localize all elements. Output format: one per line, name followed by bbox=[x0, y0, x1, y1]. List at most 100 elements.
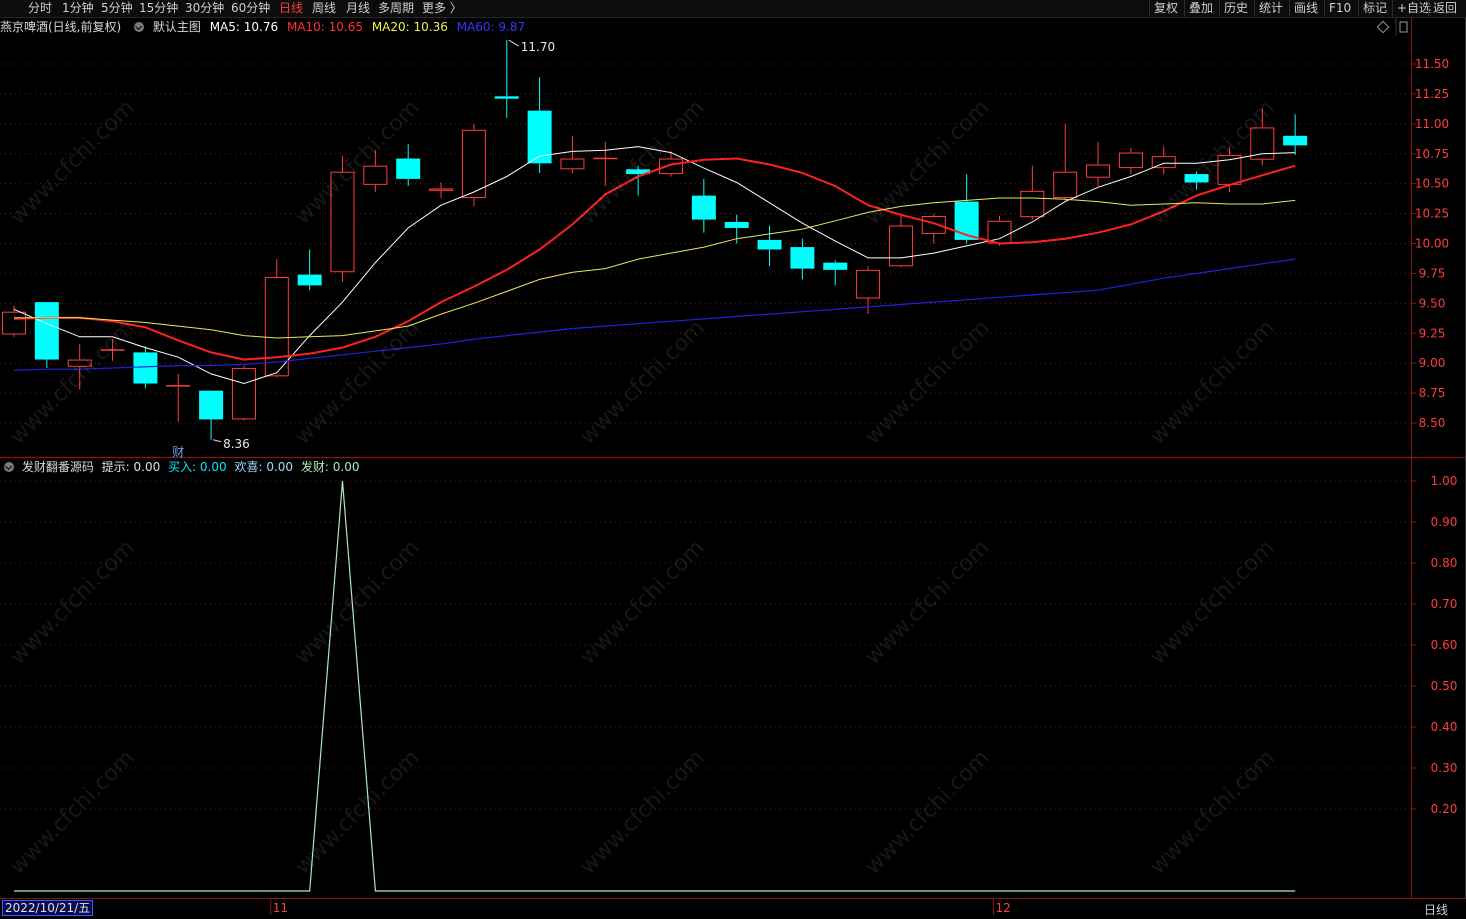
candle-body-up bbox=[2, 311, 26, 335]
candle-5 bbox=[166, 373, 191, 422]
candle-body-down bbox=[691, 195, 716, 220]
candle-21 bbox=[691, 178, 716, 233]
time-axis-label: 12 bbox=[995, 901, 1011, 915]
candle-3 bbox=[100, 339, 125, 361]
price-tick-label: 11.50 bbox=[1415, 57, 1449, 71]
candle-body-down bbox=[297, 274, 322, 286]
candlestick-chart[interactable]: 11.50 11.25 11.00 10.75 10.50 10.25 10.00 9.75 9… bbox=[0, 0, 1466, 919]
time-axis: 日线 2022/10/21/五 11 12 bbox=[0, 899, 1466, 919]
candle-body-down bbox=[1184, 174, 1209, 183]
candle-body-up bbox=[1250, 127, 1275, 160]
indicator-tick-label: 0.60 bbox=[1431, 638, 1458, 652]
price-tick-label: 11.25 bbox=[1415, 87, 1449, 101]
candle-body-down bbox=[823, 262, 848, 270]
candle-15 bbox=[494, 40, 519, 118]
candle-body-up bbox=[67, 359, 92, 367]
candle-10 bbox=[330, 156, 355, 282]
indicator-tick-label: 0.30 bbox=[1431, 761, 1458, 775]
price-tick-label: 9.75 bbox=[1419, 266, 1446, 280]
price-tick-label: 10.75 bbox=[1415, 147, 1449, 161]
price-tick-label: 9.25 bbox=[1419, 326, 1446, 340]
candle-body-down bbox=[757, 239, 782, 250]
price-tick-label: 10.50 bbox=[1415, 177, 1449, 191]
price-tick-label: 11.00 bbox=[1415, 117, 1449, 131]
candle-body-up bbox=[921, 215, 946, 234]
candle-body-down bbox=[527, 110, 552, 164]
price-tick-label: 8.75 bbox=[1419, 386, 1446, 400]
candle-6 bbox=[199, 390, 224, 440]
candle-body-up bbox=[363, 165, 388, 185]
period-label[interactable]: 日线 bbox=[1424, 901, 1448, 918]
candle-25 bbox=[823, 260, 848, 286]
candle-2 bbox=[67, 344, 92, 390]
price-tick-label: 9.00 bbox=[1419, 356, 1446, 370]
candle-body-down bbox=[396, 158, 421, 179]
window-icon bbox=[1399, 21, 1408, 33]
indicator-tick-label: 0.20 bbox=[1431, 802, 1458, 816]
candle-body-up bbox=[1086, 164, 1111, 178]
high-marker-arrow bbox=[508, 39, 520, 47]
candle-body-up bbox=[659, 158, 683, 175]
candle-body-down bbox=[790, 247, 815, 269]
candle-body-up bbox=[856, 269, 881, 299]
price-tick-label: 10.25 bbox=[1415, 207, 1449, 221]
candle-35 bbox=[1151, 146, 1176, 175]
indicator-line bbox=[14, 480, 1296, 892]
candle-1 bbox=[34, 302, 59, 368]
candle-36 bbox=[1184, 171, 1209, 190]
candle-0 bbox=[2, 305, 26, 337]
low-marker-arrow bbox=[212, 439, 222, 443]
candle-body-up bbox=[888, 225, 913, 267]
candle-9 bbox=[297, 249, 322, 291]
candle-body-down bbox=[133, 352, 158, 384]
ma-line-ma5 bbox=[13, 146, 1296, 385]
indicator-tick-label: 1.00 bbox=[1431, 474, 1458, 488]
candle-11 bbox=[363, 150, 388, 193]
candle-body-up bbox=[1151, 156, 1176, 169]
candle-body-up bbox=[1053, 171, 1078, 199]
candle-16 bbox=[527, 77, 552, 173]
candle-39 bbox=[1283, 114, 1308, 155]
indicator-tick-label: 0.40 bbox=[1431, 720, 1458, 734]
time-axis-label: 11 bbox=[272, 901, 289, 915]
candle-body-down bbox=[34, 302, 59, 360]
indicator-tick-label: 0.80 bbox=[1431, 556, 1458, 570]
low-price-label: 8.36 bbox=[223, 437, 250, 451]
candle-body-up bbox=[231, 367, 256, 420]
diamond-icon bbox=[1376, 20, 1390, 34]
candle-18 bbox=[593, 141, 618, 187]
time-axis-label: 2022/10/21/五 bbox=[2, 900, 94, 916]
candle-body-up bbox=[987, 220, 1012, 244]
candle-12 bbox=[396, 144, 421, 187]
candle-13 bbox=[429, 182, 454, 199]
candle-31 bbox=[1020, 165, 1045, 220]
candle-8 bbox=[264, 259, 289, 378]
candle-14 bbox=[461, 123, 486, 207]
ma-line-ma20 bbox=[14, 197, 1296, 339]
price-tick-label: 9.50 bbox=[1419, 296, 1446, 310]
indicator-tick-label: 0.50 bbox=[1431, 679, 1458, 693]
candle-body-up bbox=[560, 158, 585, 170]
ma-line-ma60 bbox=[13, 258, 1296, 371]
candle-body-up bbox=[461, 129, 486, 199]
candle-body-down bbox=[199, 390, 224, 420]
candle-17 bbox=[560, 135, 585, 173]
high-price-label: 11.70 bbox=[521, 40, 555, 54]
price-tick-label: 8.50 bbox=[1419, 416, 1446, 430]
candle-body-up bbox=[1118, 152, 1143, 169]
candle-body-up bbox=[1020, 190, 1045, 218]
indicator-tick-label: 0.90 bbox=[1431, 515, 1458, 529]
candle-23 bbox=[757, 225, 782, 267]
candle-body-up bbox=[429, 188, 454, 191]
candle-body-up bbox=[330, 171, 355, 273]
candle-32 bbox=[1053, 123, 1078, 202]
price-tick-label: 10.00 bbox=[1415, 237, 1449, 251]
candle-38 bbox=[1250, 108, 1275, 166]
candle-body-down bbox=[1283, 135, 1308, 146]
candle-28 bbox=[921, 213, 946, 244]
fortune-marker: 财 bbox=[172, 445, 184, 459]
candle-body-down bbox=[724, 221, 749, 228]
indicator-tick-label: 0.70 bbox=[1431, 597, 1458, 611]
candle-body-down bbox=[494, 96, 519, 99]
candle-7 bbox=[231, 365, 256, 421]
